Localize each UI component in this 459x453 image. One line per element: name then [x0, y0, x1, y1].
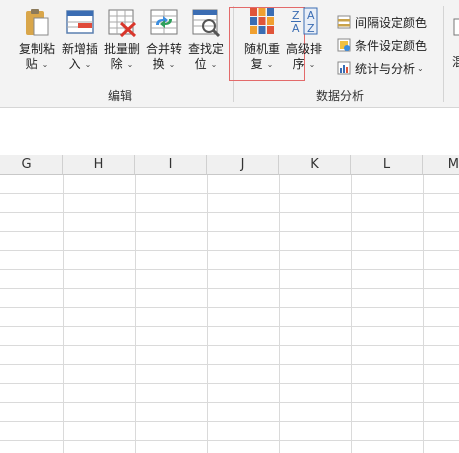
- insert-label-2: 入: [68, 57, 81, 71]
- condition-color-button[interactable]: 条件设定颜色: [337, 35, 427, 55]
- column-header-k[interactable]: K: [279, 155, 351, 175]
- interval-color-label: 间隔设定颜色: [355, 15, 428, 30]
- data-analysis-group-label: 数据分析: [315, 89, 364, 103]
- merge-convert-icon: [150, 9, 178, 35]
- statistics-analysis-label: 统计与分析: [355, 61, 416, 76]
- formula-bar-area[interactable]: [0, 108, 459, 146]
- column-header-i[interactable]: I: [135, 155, 207, 175]
- find-locate-label-2: 位: [194, 57, 207, 71]
- chevron-down-icon: ⌄: [417, 63, 424, 73]
- cell-grid[interactable]: [0, 175, 459, 453]
- column-header-l[interactable]: L: [351, 155, 423, 175]
- random-repeat-label-1: 随机重: [243, 42, 280, 56]
- sort-az-icon: Z A A Z: [291, 7, 318, 35]
- find-icon: [192, 9, 221, 38]
- merge-convert-label-2: 换: [152, 57, 165, 71]
- edit-group-label: 编辑: [107, 89, 132, 103]
- column-header-h[interactable]: H: [63, 155, 135, 175]
- clipboard-icon: [26, 9, 49, 36]
- find-locate-button[interactable]: 查找定 位 ⌄: [184, 6, 228, 82]
- merge-convert-button[interactable]: 合并转 换 ⌄: [142, 6, 186, 82]
- condition-color-label: 条件设定颜色: [355, 38, 428, 53]
- chevron-down-icon: ⌄: [266, 60, 274, 69]
- chevron-down-icon: ⌄: [308, 60, 316, 69]
- delete-table-icon: [108, 9, 137, 38]
- random-repeat-button[interactable]: 随机重 复 ⌄: [240, 6, 284, 82]
- column-header-g[interactable]: G: [0, 155, 63, 175]
- svg-text:Z: Z: [292, 9, 300, 22]
- column-header-j[interactable]: J: [207, 155, 279, 175]
- interval-rows-icon: [337, 15, 351, 29]
- batch-delete-label-2: 除: [110, 57, 123, 71]
- advanced-sort-label-2: 序: [292, 57, 305, 71]
- statistics-analysis-button[interactable]: 统计与分析 ⌄: [337, 58, 424, 78]
- document-icon: [453, 18, 459, 36]
- random-blocks-icon: [250, 8, 274, 34]
- batch-delete-label-1: 批量删: [103, 42, 140, 56]
- chevron-down-icon: ⌄: [41, 60, 49, 69]
- insert-label-1: 新增插: [61, 42, 98, 56]
- copy-paste-label-2: 贴: [25, 57, 38, 71]
- column-header-m[interactable]: M: [423, 155, 459, 175]
- svg-text:A: A: [292, 22, 300, 35]
- copy-paste-label-1: 复制粘: [18, 42, 55, 56]
- svg-text:A: A: [307, 9, 315, 22]
- chevron-down-icon: ⌄: [84, 60, 92, 69]
- chevron-down-icon: ⌄: [126, 60, 134, 69]
- find-locate-label-1: 查找定: [187, 42, 224, 56]
- statistics-icon: [337, 61, 351, 75]
- advanced-sort-label-1: 高级排: [285, 42, 322, 56]
- condition-color-icon: [337, 38, 351, 52]
- group-separator: [443, 6, 444, 102]
- chevron-down-icon: ⌄: [168, 60, 176, 69]
- ribbon: 复制粘 贴 ⌄ 新增插 入 ⌄ 批量删 除 ⌄ 合并转 换 ⌄ 查找定 位 ⌄ …: [0, 0, 459, 108]
- batch-delete-button[interactable]: 批量删 除 ⌄: [100, 6, 144, 82]
- chevron-down-icon: ⌄: [210, 60, 218, 69]
- advanced-sort-button[interactable]: Z A A Z 高级排 序 ⌄: [282, 6, 326, 82]
- random-repeat-label-2: 复: [250, 57, 263, 71]
- interval-color-button[interactable]: 间隔设定颜色: [337, 12, 427, 32]
- insert-button[interactable]: 新增插 入 ⌄: [58, 6, 102, 82]
- copy-paste-button[interactable]: 复制粘 贴 ⌄: [15, 6, 59, 82]
- insert-table-icon: [66, 10, 94, 34]
- cut-off-button-label[interactable]: 混: [452, 53, 459, 70]
- merge-convert-label-1: 合并转: [145, 42, 182, 56]
- svg-text:Z: Z: [307, 22, 315, 35]
